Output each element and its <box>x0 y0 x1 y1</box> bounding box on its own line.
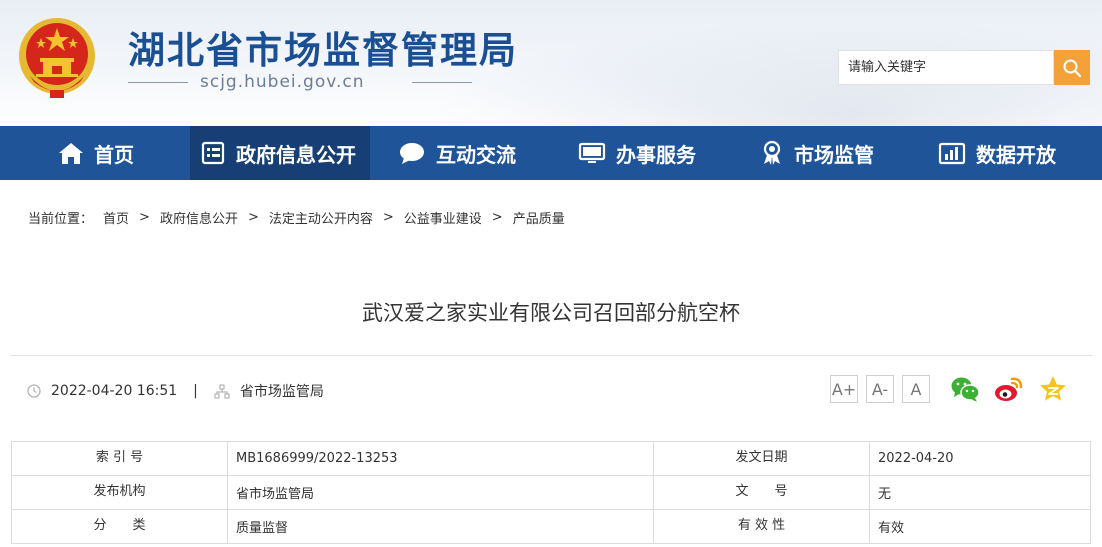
breadcrumb: 当前位置： 首页 > 政府信息公开 > 法定主动公开内容 > 公益事业建设 > … <box>28 208 565 227</box>
nav-item-label: 数据开放 <box>976 142 1056 167</box>
table-row: 发布机构 省市场监管局 文 号 无 <box>11 475 1091 510</box>
breadcrumb-separator: > <box>382 210 394 225</box>
nav-item-gov-info[interactable]: 政府信息公开 <box>190 126 370 180</box>
organization-icon <box>214 383 230 399</box>
breadcrumb-separator: > <box>247 210 259 225</box>
label-publisher: 发布机构 <box>11 475 228 510</box>
label-index-number: 索 引 号 <box>11 441 228 476</box>
label-category: 分 类 <box>11 509 228 544</box>
label-issue-date: 发文日期 <box>653 441 870 476</box>
nav-item-label: 市场监管 <box>794 142 874 167</box>
document-info-table: 索 引 号 MB1686999/2022-13253 发文日期 2022-04-… <box>11 441 1091 544</box>
main-nav: 首页 政府信息公开 互动交流 办事服务 市场监管 数据开放 <box>0 126 1102 180</box>
label-document-number: 文 号 <box>653 475 870 510</box>
value-publisher: 省市场监管局 <box>227 475 654 510</box>
nav-item-home[interactable]: 首页 <box>58 126 134 180</box>
wechat-icon[interactable] <box>949 373 981 405</box>
article-title: 武汉爱之家实业有限公司召回部分航空杯 <box>362 301 740 325</box>
domain-divider-left <box>128 82 188 83</box>
monitor-icon <box>578 142 606 163</box>
breadcrumb-item-home[interactable]: 首页 <box>103 208 129 227</box>
weibo-icon[interactable] <box>993 373 1025 405</box>
font-decrease-button[interactable]: A- <box>866 375 894 403</box>
publish-datetime: 2022-04-20 16:51 <box>51 383 178 399</box>
search-input[interactable] <box>839 51 1053 84</box>
national-emblem-icon[interactable] <box>16 14 98 100</box>
site-domain: scjg.hubei.gov.cn <box>200 72 365 92</box>
breadcrumb-prefix: 当前位置： <box>28 212 94 227</box>
search-button[interactable] <box>1054 50 1090 85</box>
document-list-icon <box>201 141 225 165</box>
bar-chart-icon <box>938 142 966 165</box>
nav-item-label: 首页 <box>94 142 134 167</box>
title-divider <box>10 355 1092 356</box>
nav-item-services[interactable]: 办事服务 <box>578 126 696 180</box>
nav-item-label: 互动交流 <box>436 142 516 167</box>
breadcrumb-item-public-welfare[interactable]: 公益事业建设 <box>404 208 482 227</box>
nav-item-market-supervision[interactable]: 市场监管 <box>760 126 874 180</box>
home-icon <box>59 143 83 164</box>
value-document-number: 无 <box>869 475 1091 510</box>
value-issue-date: 2022-04-20 <box>869 441 1091 476</box>
nav-item-label: 办事服务 <box>616 142 696 167</box>
table-row: 分 类 质量监督 有 效 性 有效 <box>11 509 1091 544</box>
breadcrumb-item-gov-info[interactable]: 政府信息公开 <box>160 208 238 227</box>
search-box <box>838 50 1054 85</box>
nav-item-open-data[interactable]: 数据开放 <box>938 126 1056 180</box>
nav-item-interaction[interactable]: 互动交流 <box>398 126 516 180</box>
font-increase-button[interactable]: A+ <box>830 375 858 403</box>
nav-item-label: 政府信息公开 <box>236 142 356 167</box>
breadcrumb-separator: > <box>491 210 503 225</box>
search-icon <box>1063 59 1082 77</box>
breadcrumb-separator: > <box>139 210 150 225</box>
award-badge-icon <box>763 140 781 165</box>
site-header: 湖北省市场监督管理局 scjg.hubei.gov.cn <box>0 0 1102 126</box>
label-validity: 有 效 性 <box>653 509 870 544</box>
value-validity: 有效 <box>869 509 1091 544</box>
breadcrumb-item-product-quality[interactable]: 产品质量 <box>513 208 565 227</box>
font-default-button[interactable]: A <box>902 375 930 403</box>
domain-divider-right <box>412 82 472 83</box>
favorite-star-icon[interactable] <box>1037 373 1069 405</box>
breadcrumb-item-statutory[interactable]: 法定主动公开内容 <box>269 208 373 227</box>
table-row: 索 引 号 MB1686999/2022-13253 发文日期 2022-04-… <box>11 441 1091 476</box>
site-title[interactable]: 湖北省市场监督管理局 <box>128 20 518 74</box>
meta-divider: | <box>193 383 198 399</box>
value-index-number: MB1686999/2022-13253 <box>227 441 654 476</box>
clock-icon <box>27 384 41 398</box>
value-category: 质量监督 <box>227 509 654 544</box>
article-meta: 2022-04-20 16:51 | 省市场监管局 <box>27 380 324 402</box>
chat-bubble-icon <box>400 143 424 164</box>
publish-source: 省市场监管局 <box>239 384 324 400</box>
